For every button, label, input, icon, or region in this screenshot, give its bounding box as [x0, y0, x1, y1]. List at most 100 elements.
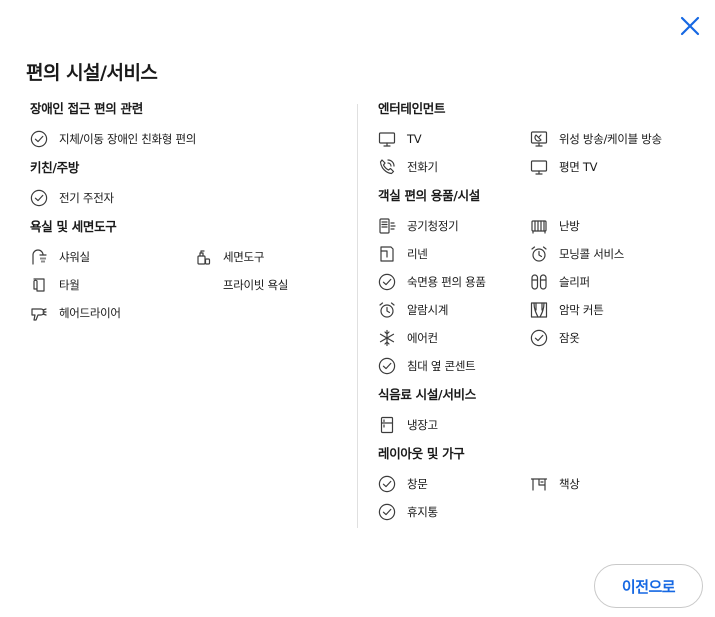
dialog-title: 편의 시설/서비스	[26, 62, 158, 84]
amenity-item: 알람시계	[378, 296, 530, 324]
amenity-label: 프라이빗 욕실	[223, 278, 289, 292]
amenity-list: 지체/이동 장애인 친화형 편의	[30, 125, 340, 153]
satellite-tv-icon	[530, 130, 548, 148]
amenity-label: TV	[407, 132, 422, 146]
amenity-section: 키친/주방전기 주전자	[30, 159, 340, 212]
amenity-item: 위성 방송/케이블 방송	[530, 125, 698, 153]
amenity-label: 냉장고	[407, 418, 438, 432]
back-button[interactable]: 이전으로	[594, 564, 703, 608]
amenity-label: 타월	[59, 278, 80, 292]
check-circle-icon	[30, 130, 48, 148]
close-button[interactable]	[676, 12, 704, 40]
amenity-item: 숙면용 편의 용품	[378, 268, 530, 296]
amenity-label: 창문	[407, 477, 428, 491]
amenity-item: 전기 주전자	[30, 184, 194, 212]
amenity-item: 타월	[30, 271, 194, 299]
toiletries-icon	[194, 248, 212, 266]
linen-icon	[378, 245, 396, 263]
amenity-item: 냉장고	[378, 411, 530, 439]
shower-icon	[30, 248, 48, 266]
section-title: 레이아웃 및 가구	[378, 446, 465, 461]
section-title: 엔터테인먼트	[378, 101, 446, 116]
amenity-label: 지체/이동 장애인 친화형 편의	[59, 132, 196, 146]
snowflake-icon	[378, 329, 396, 347]
section-title: 장애인 접근 편의 관련	[30, 101, 143, 116]
close-icon	[680, 16, 700, 36]
amenity-label: 침대 옆 콘센트	[407, 359, 476, 373]
amenity-label: 샤워실	[59, 250, 90, 264]
alarm-clock-icon	[378, 301, 396, 319]
amenity-label: 슬리퍼	[559, 275, 590, 289]
amenity-item: 에어컨	[378, 324, 530, 352]
amenity-item: 세면도구	[194, 243, 340, 271]
amenity-label: 난방	[559, 219, 580, 233]
amenity-label: 휴지통	[407, 505, 438, 519]
amenity-item: 지체/이동 장애인 친화형 편의	[30, 125, 196, 153]
amenity-label: 에어컨	[407, 331, 438, 345]
amenity-list: 냉장고	[378, 411, 698, 439]
amenity-section: 레이아웃 및 가구창문 책상휴지통	[378, 445, 698, 526]
hairdryer-icon	[30, 304, 48, 322]
column-divider	[357, 104, 358, 528]
fridge-icon	[378, 416, 396, 434]
towel-icon	[30, 276, 48, 294]
amenity-list: 창문 책상휴지통	[378, 470, 698, 526]
amenity-label: 책상	[559, 477, 580, 491]
amenity-list: 샤워실 세면도구타월 프라이빗 욕실헤어드라이어	[30, 243, 340, 327]
amenity-label: 위성 방송/케이블 방송	[559, 132, 662, 146]
amenity-item: 슬리퍼	[530, 268, 698, 296]
amenity-label: 세면도구	[223, 250, 265, 264]
amenity-item: 침대 옆 콘센트	[378, 352, 530, 380]
amenity-list: 전기 주전자	[30, 184, 340, 212]
tv-icon	[378, 130, 396, 148]
amenity-item: 창문	[378, 470, 530, 498]
amenity-item: 책상	[530, 470, 698, 498]
check-circle-icon	[378, 273, 396, 291]
amenity-section: 객실 편의 용품/시설공기청정기 난방리넨 모닝콜 서비스숙면용 편의 용품 슬리퍼알…	[378, 187, 698, 380]
check-circle-icon	[378, 475, 396, 493]
curtain-icon	[530, 301, 548, 319]
amenity-item: 공기청정기	[378, 212, 530, 240]
amenity-label: 암막 커튼	[559, 303, 604, 317]
amenity-item: 프라이빗 욕실	[194, 271, 340, 299]
slippers-icon	[530, 273, 548, 291]
amenity-label: 평면 TV	[559, 160, 598, 174]
amenity-label: 알람시계	[407, 303, 449, 317]
desk-icon	[530, 475, 548, 493]
amenity-list: 공기청정기 난방리넨 모닝콜 서비스숙면용 편의 용품 슬리퍼알람시계 암막 커튼에어컨…	[378, 212, 698, 380]
check-circle-icon	[530, 329, 548, 347]
amenity-section: 욕실 및 세면도구샤워실 세면도구타월 프라이빗 욕실헤어드라이어	[30, 218, 340, 327]
amenity-label: 숙면용 편의 용품	[407, 275, 486, 289]
amenity-section: 식음료 시설/서비스냉장고	[378, 386, 698, 439]
heater-icon	[530, 217, 548, 235]
amenity-section: 엔터테인먼트 TV 위성 방송/케이블 방송전화기 평면 TV	[378, 100, 698, 181]
amenity-label: 헤어드라이어	[59, 306, 121, 320]
amenity-section: 장애인 접근 편의 관련지체/이동 장애인 친화형 편의	[30, 100, 340, 153]
section-title: 식음료 시설/서비스	[378, 387, 476, 402]
section-title: 욕실 및 세면도구	[30, 219, 117, 234]
amenity-item: 평면 TV	[530, 153, 698, 181]
amenity-item: 난방	[530, 212, 698, 240]
amenity-item: 헤어드라이어	[30, 299, 194, 327]
amenity-list: TV 위성 방송/케이블 방송전화기 평면 TV	[378, 125, 698, 181]
check-circle-icon	[30, 189, 48, 207]
phone-icon	[378, 158, 396, 176]
amenity-item: 모닝콜 서비스	[530, 240, 698, 268]
air-purifier-icon	[378, 217, 396, 235]
amenity-item: 휴지통	[378, 498, 530, 526]
section-title: 객실 편의 용품/시설	[378, 188, 480, 203]
amenity-label: 전기 주전자	[59, 191, 114, 205]
alarm-clock-icon	[530, 245, 548, 263]
amenity-item: 암막 커튼	[530, 296, 698, 324]
amenity-label: 전화기	[407, 160, 438, 174]
check-circle-icon	[378, 503, 396, 521]
section-title: 키친/주방	[30, 160, 80, 175]
amenity-label: 잠옷	[559, 331, 580, 345]
amenity-label: 모닝콜 서비스	[559, 247, 625, 261]
amenity-item: 샤워실	[30, 243, 194, 271]
amenity-label: 리넨	[407, 247, 428, 261]
amenity-item: 잠옷	[530, 324, 698, 352]
amenity-item: TV	[378, 125, 530, 153]
check-circle-icon	[378, 357, 396, 375]
amenity-label: 공기청정기	[407, 219, 459, 233]
